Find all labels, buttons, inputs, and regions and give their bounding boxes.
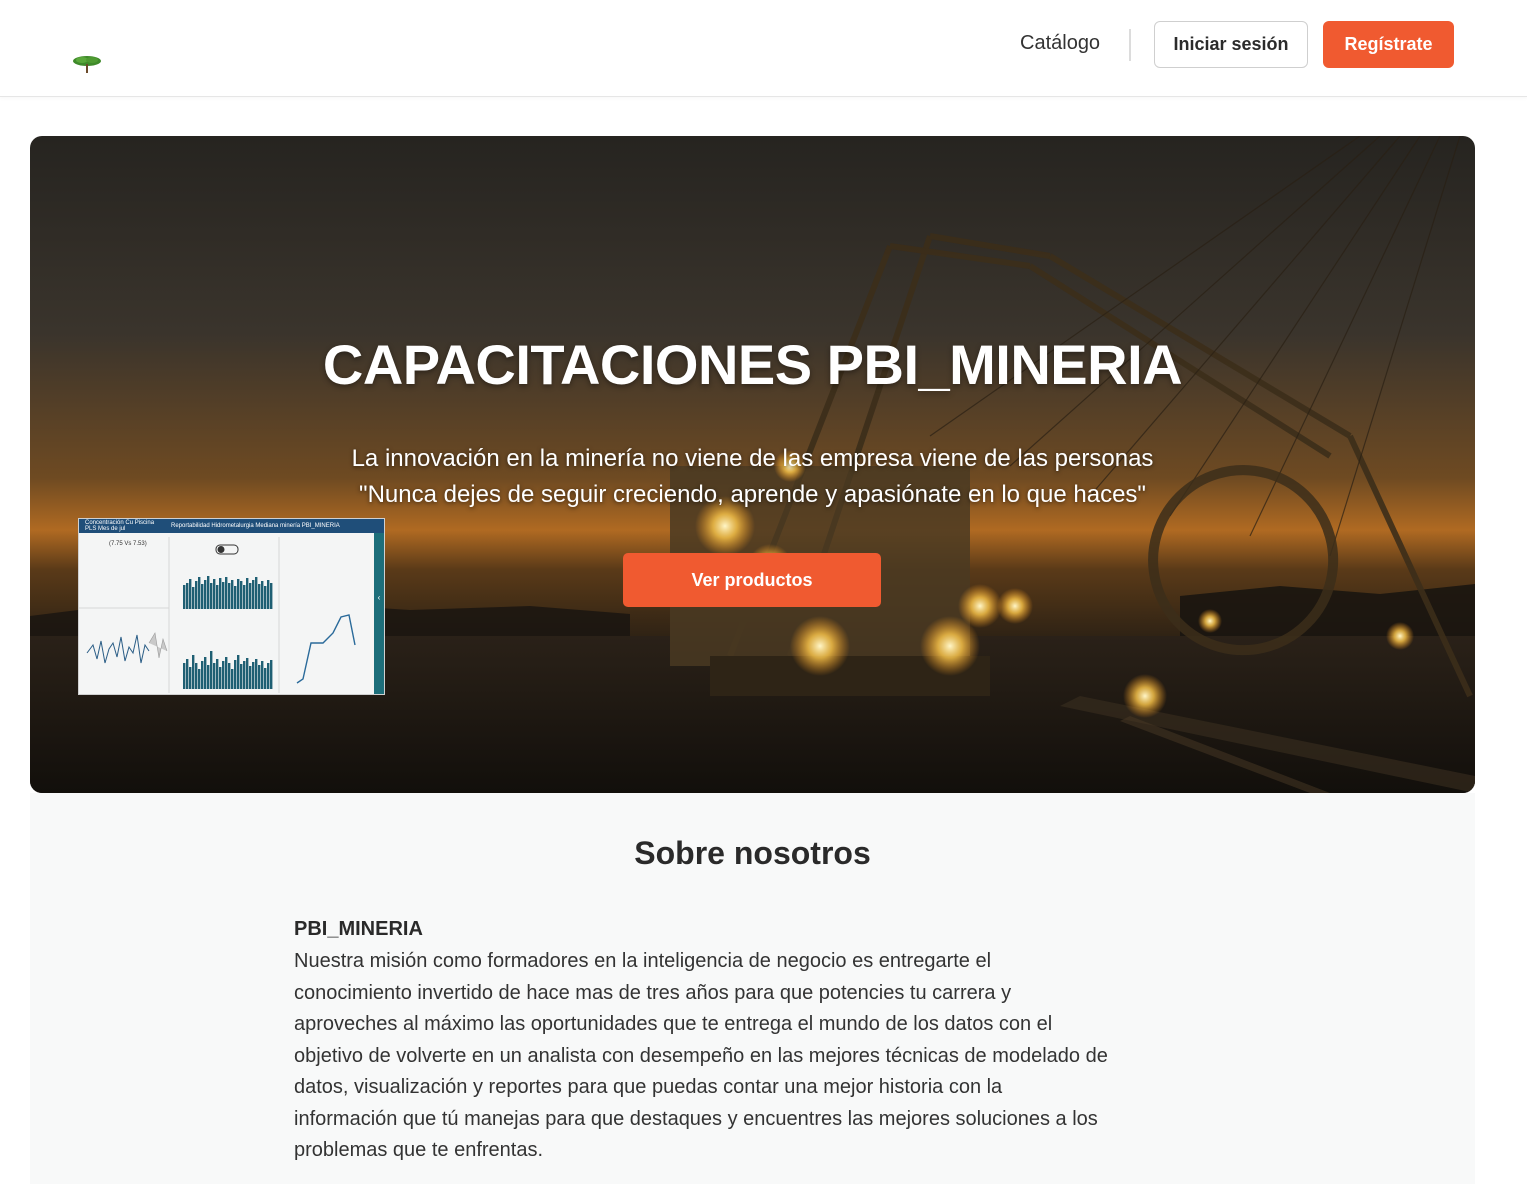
tree-logo-icon[interactable] [70,53,104,75]
dashboard-preview-side-arrow-icon: ‹ [374,533,384,694]
nav-divider [1129,29,1131,61]
top-navbar: Catálogo Iniciar sesión Regístrate [0,0,1527,97]
hero-banner: CAPACITACIONES PBI_MINERIA La innovación… [30,136,1475,793]
about-org-name: PBI_MINERIA [294,918,423,940]
dashboard-preview-charts [79,537,356,693]
about-section: Sobre nosotros PBI_MINERIA Nuestra misió… [30,793,1475,1184]
login-button[interactable]: Iniciar sesión [1154,21,1308,68]
hero-subtitle-line2: "Nunca dejes de seguir creciendo, aprend… [359,481,1146,508]
register-button[interactable]: Regístrate [1323,21,1454,68]
hero-title: CAPACITACIONES PBI_MINERIA [322,333,1183,396]
about-description: Nuestra misión como formadores en la int… [294,950,1108,1161]
view-products-button[interactable]: Ver productos [623,553,881,607]
dashboard-preview-header: Concentración Cu Piscina PLS Mes de jul … [79,519,384,533]
dashboard-preview-image: Concentración Cu Piscina PLS Mes de jul … [78,518,385,695]
dashboard-preview-header-title: Reportabilidad Hidrometalurgia Mediana m… [171,523,340,529]
dashboard-preview-header-left: Concentración Cu Piscina PLS Mes de jul [85,520,155,532]
hero-subtitle-line1: La innovación en la minería no viene de … [351,445,1154,472]
about-title: Sobre nosotros [634,835,871,871]
nav-catalog-link[interactable]: Catálogo [1020,32,1100,55]
